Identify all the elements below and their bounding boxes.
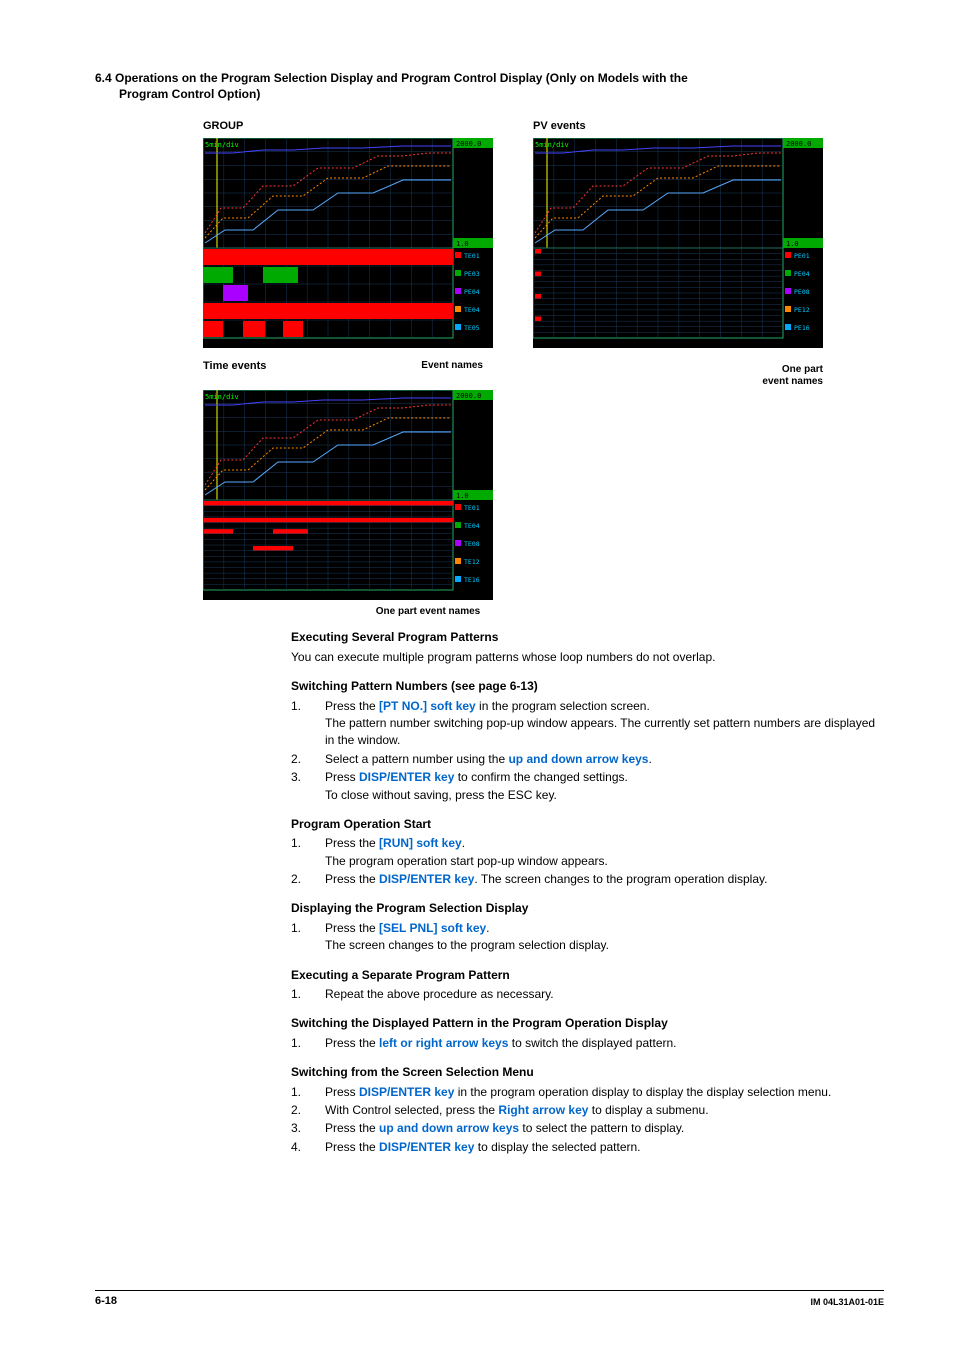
time-events-title: Time events (203, 360, 266, 372)
svg-text:5min/div: 5min/div (205, 393, 239, 401)
progstart-step-2: Press the DISP/ENTER key. The screen cha… (325, 871, 884, 888)
swdisp-step-1: Press the left or right arrow keys to sw… (325, 1035, 884, 1052)
svg-text:PE01: PE01 (794, 252, 810, 260)
svg-text:TE16: TE16 (464, 576, 480, 584)
svg-text:2000.0: 2000.0 (456, 392, 481, 400)
switch-step-3: Press DISP/ENTER key to confirm the chan… (325, 769, 884, 804)
dispsel-heading: Displaying the Program Selection Display (291, 900, 884, 917)
page-number: 6-18 (95, 1295, 117, 1307)
one-part-event-names-label-right: One part event names (762, 364, 823, 387)
svg-text:PE12: PE12 (794, 306, 810, 314)
swdisp-heading: Switching the Displayed Pattern in the P… (291, 1015, 884, 1032)
svg-text:TE01: TE01 (464, 504, 480, 512)
svg-text:2000.0: 2000.0 (456, 140, 481, 148)
swmenu-step-3: Press the up and down arrow keys to sele… (325, 1120, 884, 1137)
exec-several-text: You can execute multiple program pattern… (291, 649, 884, 666)
screen-pv: PV events 5min/div 2000.0 1.0 PE01 PE04 PE08 P… (533, 120, 823, 348)
switch-step-1: Press the [PT NO.] soft key in the progr… (325, 698, 884, 750)
exec-several-heading: Executing Several Program Patterns (291, 629, 884, 646)
svg-text:TE01: TE01 (464, 252, 480, 260)
svg-text:TE04: TE04 (464, 306, 480, 314)
svg-text:5min/div: 5min/div (205, 141, 239, 149)
screen-group-title: GROUP (203, 120, 493, 132)
svg-text:1.0: 1.0 (456, 492, 469, 500)
progstart-step-1: Press the [RUN] soft key. The program op… (325, 835, 884, 870)
swmenu-step-1: Press DISP/ENTER key in the program oper… (325, 1084, 884, 1101)
screen-pv-title: PV events (533, 120, 823, 132)
svg-text:PE04: PE04 (464, 288, 480, 296)
dispsel-step-1: Press the [SEL PNL] soft key. The screen… (325, 920, 884, 955)
svg-text:TE05: TE05 (464, 324, 480, 332)
screen-group: GROUP 5min/div 2000.0 1.0 TE01 PE03 PE04 TE04 T… (203, 120, 493, 348)
svg-text:1.0: 1.0 (786, 240, 799, 248)
svg-text:1.0: 1.0 (456, 240, 469, 248)
svg-text:TE08: TE08 (464, 540, 480, 548)
header-line-2: Program Control Option) (95, 86, 884, 102)
svg-text:PE03: PE03 (464, 270, 480, 278)
screen-group-svg: 5min/div 2000.0 1.0 TE01 PE03 PE04 TE04 TE05 (203, 138, 493, 348)
svg-text:PE08: PE08 (794, 288, 810, 296)
caption-row-1: Time events Event names One part event n… (203, 352, 884, 388)
switch-heading: Switching Pattern Numbers (see page 6-13… (291, 678, 884, 695)
swmenu-step-4: Press the DISP/ENTER key to display the … (325, 1139, 884, 1156)
svg-text:2000.0: 2000.0 (786, 140, 811, 148)
svg-text:TE04: TE04 (464, 522, 480, 530)
swmenu-heading: Switching from the Screen Selection Menu (291, 1064, 884, 1081)
svg-text:TE12: TE12 (464, 558, 480, 566)
svg-text:5min/div: 5min/div (535, 141, 569, 149)
page-footer: 6-18 IM 04L31A01-01E (95, 1290, 884, 1307)
screen-pv-svg: 5min/div 2000.0 1.0 PE01 PE04 PE08 PE12 PE16 (533, 138, 823, 348)
svg-text:PE16: PE16 (794, 324, 810, 332)
event-names-label: Event names (421, 360, 483, 371)
body-content: Executing Several Program Patterns You c… (291, 629, 884, 1156)
progstart-heading: Program Operation Start (291, 816, 884, 833)
execsep-heading: Executing a Separate Program Pattern (291, 967, 884, 984)
doc-number: IM 04L31A01-01E (810, 1295, 884, 1307)
screen-time-svg: 5min/div 2000.0 1.0 TE01 TE04 TE08 TE12 TE16 (203, 390, 493, 600)
swmenu-step-2: With Control selected, press the Right a… (325, 1102, 884, 1119)
header-line-1: 6.4 Operations on the Program Selection … (95, 70, 884, 86)
svg-text:PE04: PE04 (794, 270, 810, 278)
execsep-step-1: Repeat the above procedure as necessary. (325, 986, 884, 1003)
switch-step-2: Select a pattern number using the up and… (325, 751, 884, 768)
one-part-event-names-label-bottom: One part event names (283, 606, 573, 617)
section-header: 6.4 Operations on the Program Selection … (95, 70, 884, 102)
